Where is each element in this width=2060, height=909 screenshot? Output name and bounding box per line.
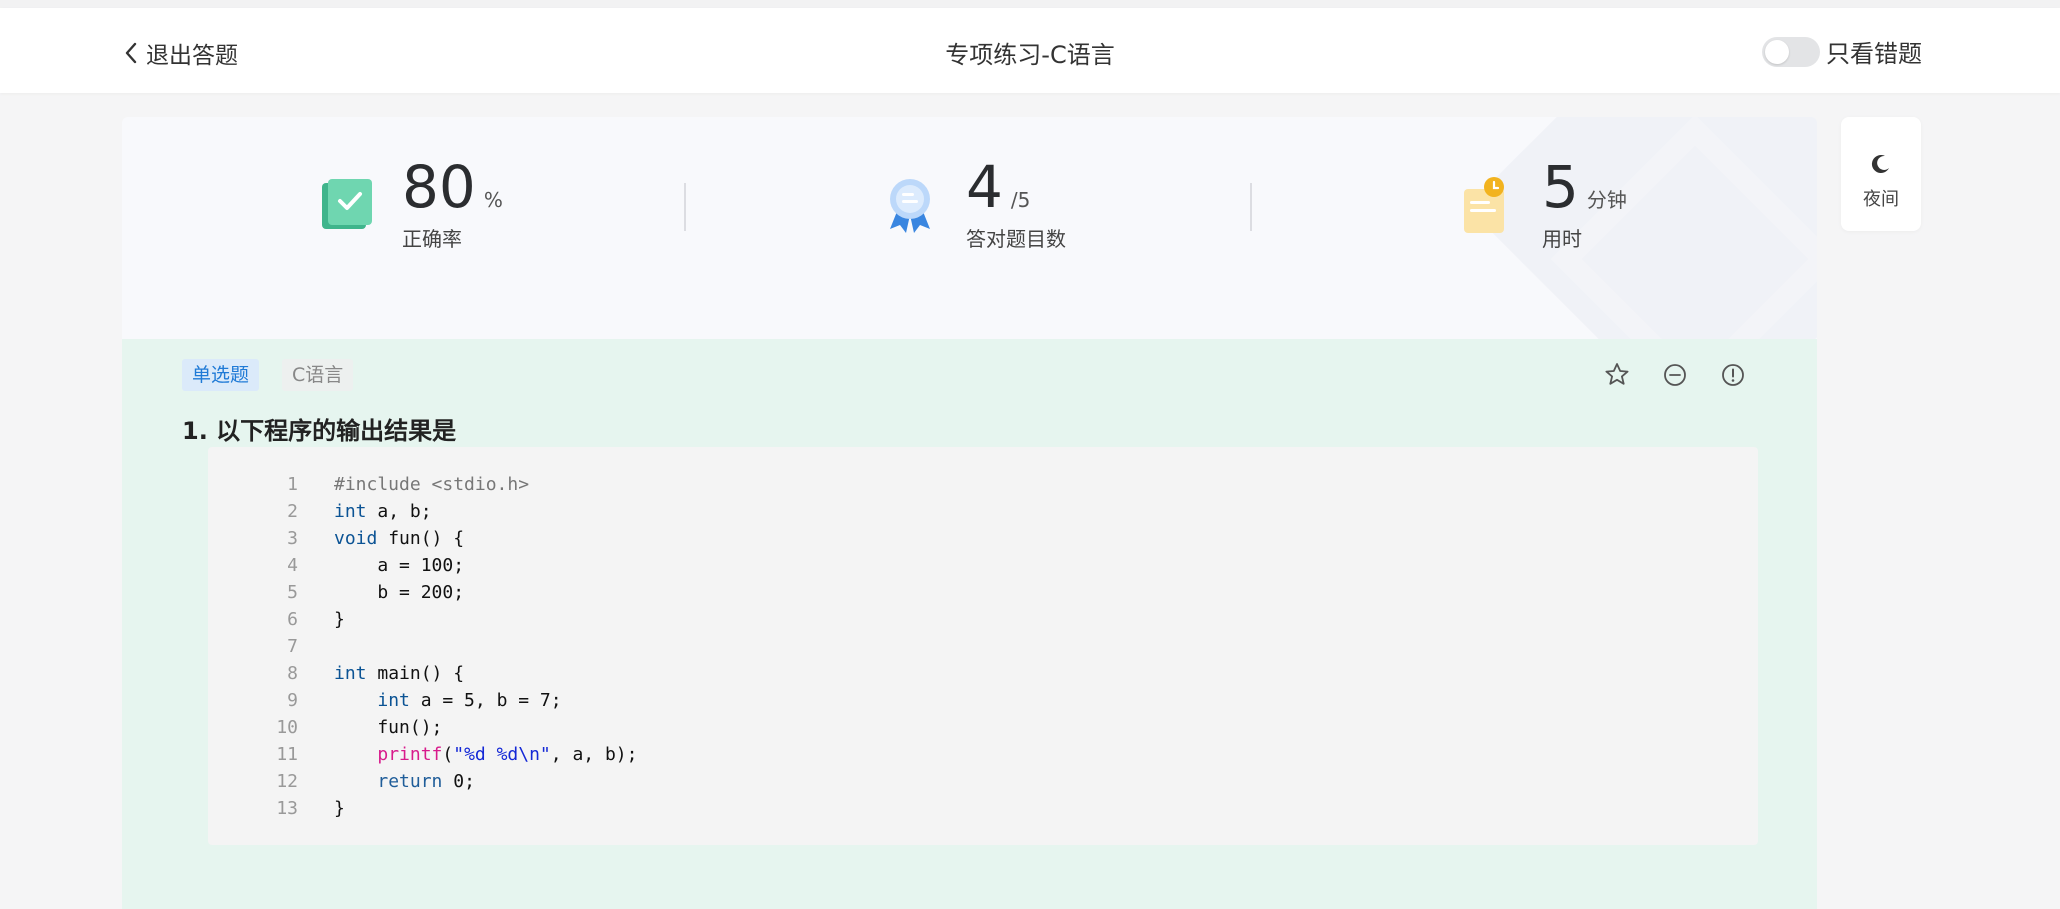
time-value: 5 bbox=[1542, 153, 1579, 221]
code-line: 12 return 0; bbox=[208, 768, 637, 795]
code-text: fun(); bbox=[334, 717, 443, 738]
line-number: 3 bbox=[287, 528, 298, 549]
toggle-knob bbox=[1765, 39, 1789, 64]
code-text: return 0; bbox=[377, 771, 475, 792]
line-number: 12 bbox=[276, 771, 298, 792]
code-line: 7 bbox=[208, 633, 637, 660]
line-number: 8 bbox=[287, 663, 298, 684]
code-text: int a, b; bbox=[334, 501, 432, 522]
line-number: 11 bbox=[276, 744, 298, 765]
question-type-tag: 单选题 bbox=[182, 359, 260, 391]
correct-count-label: 答对题目数 bbox=[966, 227, 1066, 251]
language-tag: C语言 bbox=[282, 359, 354, 391]
code-block: 1 #include <stdio.h> 2 int a, b; 3 void fun()… bbox=[208, 447, 1758, 845]
line-number: 10 bbox=[276, 717, 298, 738]
divider bbox=[684, 183, 686, 231]
code-line: 10 fun(); bbox=[208, 714, 637, 741]
question-panel: 单选题 C语言 1. 以下程序的输出结果是 1 #include <stdio.h… bbox=[122, 339, 1817, 909]
code-line: 4 a = 100; bbox=[208, 552, 637, 579]
medal-icon bbox=[890, 179, 930, 233]
line-number: 9 bbox=[287, 690, 298, 711]
top-strip bbox=[0, 0, 2060, 8]
moon-icon bbox=[1871, 155, 1889, 174]
code-text: b = 200; bbox=[334, 582, 465, 603]
code-text: int main() { bbox=[334, 663, 465, 684]
code-line: 5 b = 200; bbox=[208, 579, 637, 606]
accuracy-label: 正确率 bbox=[402, 227, 462, 251]
line-number: 7 bbox=[287, 636, 298, 657]
line-number: 4 bbox=[287, 555, 298, 576]
code-line: 13} bbox=[208, 795, 637, 822]
star-icon[interactable] bbox=[1603, 361, 1631, 389]
code-line: 11 printf("%d %d\n", a, b); bbox=[208, 741, 637, 768]
night-mode-label: 夜间 bbox=[1863, 189, 1899, 210]
correct-count-unit: /5 bbox=[1010, 188, 1031, 212]
alert-circle-icon[interactable] bbox=[1719, 361, 1747, 389]
accuracy-value: 80 bbox=[402, 153, 476, 221]
time-unit: 分钟 bbox=[1586, 188, 1627, 212]
time-stat: 5 分钟 用时 bbox=[1456, 155, 1627, 252]
question-title: 1. 以下程序的输出结果是 bbox=[182, 417, 457, 445]
toggle-switch[interactable] bbox=[1762, 36, 1820, 67]
clock-note-icon bbox=[1464, 177, 1504, 233]
code-text: int a = 5, b = 7; bbox=[377, 690, 562, 711]
code-text: printf("%d %d\n", a, b); bbox=[377, 744, 638, 765]
book-check-icon bbox=[322, 179, 372, 229]
code-text: void fun() { bbox=[334, 528, 465, 549]
line-number: 6 bbox=[287, 609, 298, 630]
code-text: } bbox=[334, 798, 345, 819]
code-line: 3 void fun() { bbox=[208, 525, 637, 552]
result-stats-card: 80% 正确率 4/5 答对题目数 5 分钟 用时 bbox=[122, 117, 1817, 339]
top-bar: 退出答题 专项练习-C语言 只看错题 bbox=[0, 8, 2060, 93]
question-actions bbox=[1573, 361, 1747, 389]
wrong-only-label: 只看错题 bbox=[1826, 40, 1922, 68]
time-label: 用时 bbox=[1542, 227, 1582, 251]
code-line: 6} bbox=[208, 606, 637, 633]
night-mode-button[interactable]: 夜间 bbox=[1841, 117, 1921, 231]
accuracy-stat: 80% 正确率 bbox=[316, 155, 503, 252]
code-lines: 1 #include <stdio.h> 2 int a, b; 3 void fun()… bbox=[208, 471, 637, 822]
code-line: 2 int a, b; bbox=[208, 498, 637, 525]
divider bbox=[1250, 183, 1252, 231]
line-number: 2 bbox=[287, 501, 298, 522]
code-text: a = 100; bbox=[334, 555, 465, 576]
code-line: 1 #include <stdio.h> bbox=[208, 471, 637, 498]
correct-count-value: 4 bbox=[966, 153, 1003, 221]
code-line: 8 int main() { bbox=[208, 660, 637, 687]
minus-circle-icon[interactable] bbox=[1661, 361, 1689, 389]
code-text: } bbox=[334, 609, 345, 630]
wrong-only-toggle[interactable]: 只看错题 bbox=[1762, 34, 1922, 69]
line-number: 13 bbox=[276, 798, 298, 819]
line-number: 5 bbox=[287, 582, 298, 603]
code-text: #include <stdio.h> bbox=[334, 474, 530, 495]
line-number: 1 bbox=[287, 474, 298, 495]
correct-count-stat: 4/5 答对题目数 bbox=[880, 155, 1066, 252]
page-title: 专项练习-C语言 bbox=[945, 41, 1115, 69]
accuracy-unit: % bbox=[483, 188, 503, 212]
code-line: 9 int a = 5, b = 7; bbox=[208, 687, 637, 714]
